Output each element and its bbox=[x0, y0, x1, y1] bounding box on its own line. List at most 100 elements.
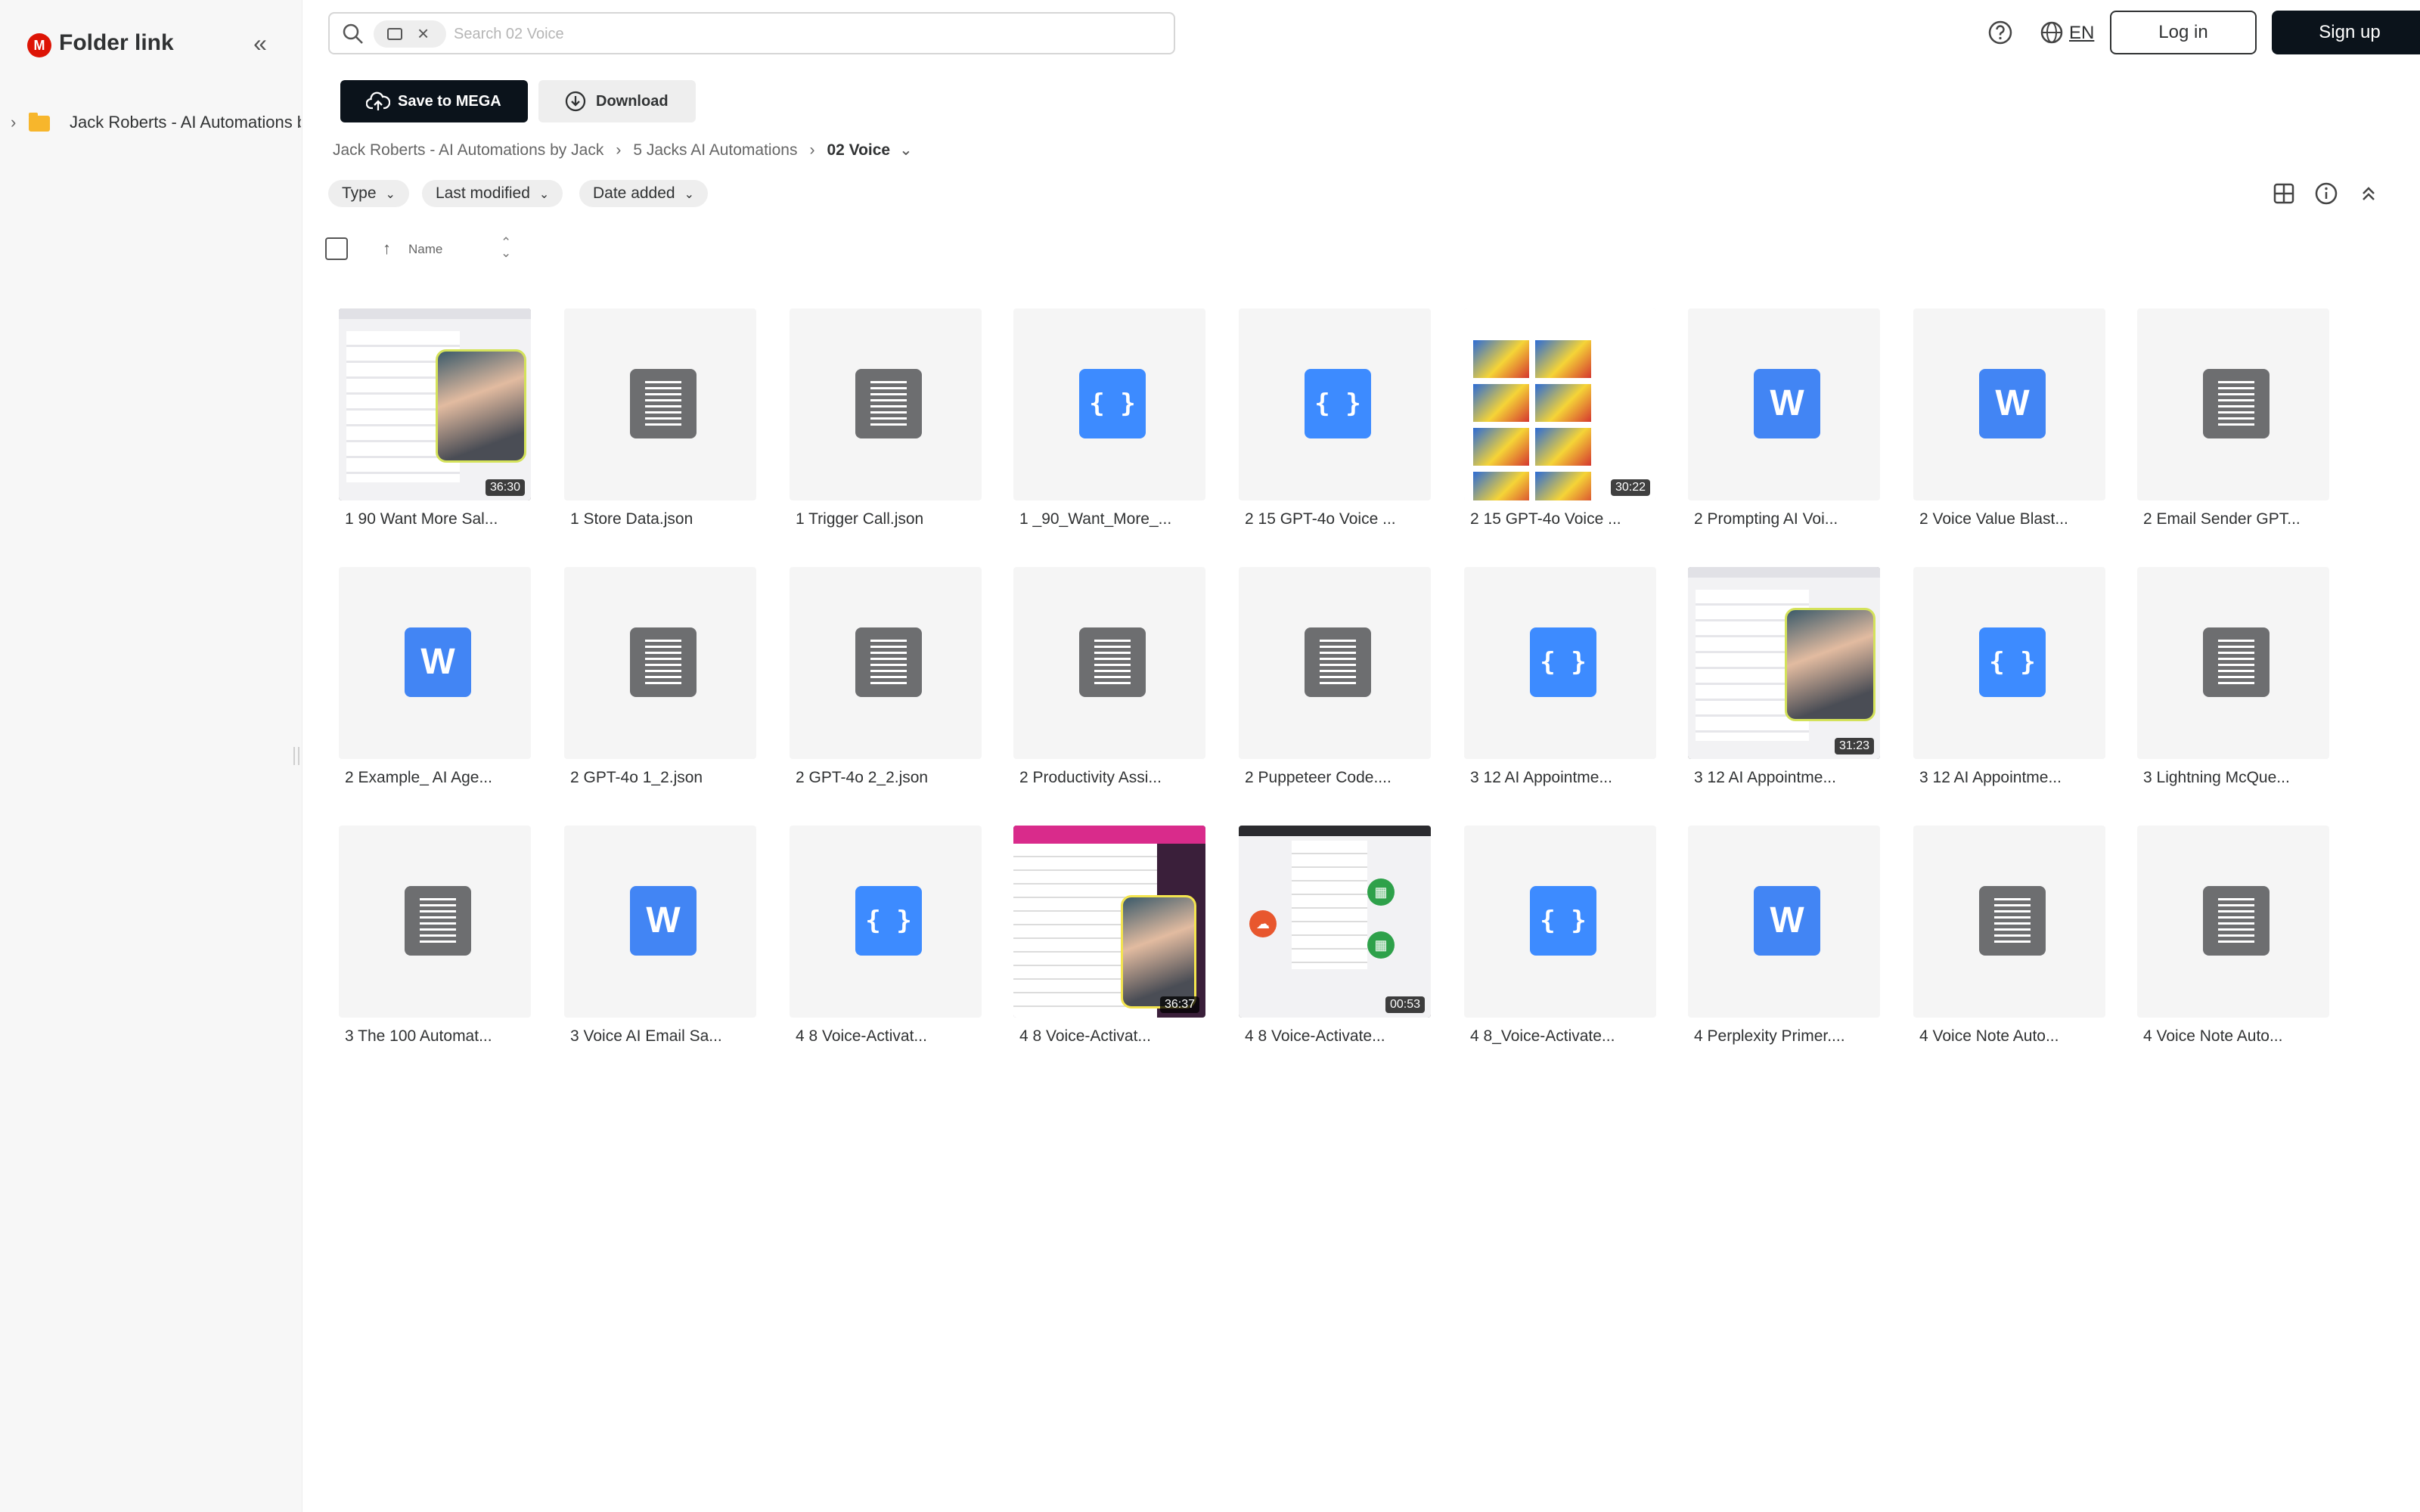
tree-item-root-folder[interactable]: › Jack Roberts - AI Automations by Jack bbox=[11, 109, 301, 136]
file-thumbnail[interactable]: W bbox=[1688, 308, 1880, 500]
chevron-down-icon: ⌄ bbox=[538, 188, 550, 201]
breadcrumb-item[interactable]: 5 Jacks AI Automations bbox=[633, 139, 797, 162]
file-name: 2 Email Sender GPT... bbox=[2143, 510, 2301, 528]
file-tile[interactable]: 4 Voice Note Auto... bbox=[2137, 826, 2329, 1052]
code-file-icon: { } bbox=[1079, 369, 1146, 438]
file-thumbnail[interactable] bbox=[790, 567, 982, 759]
word-file-icon: W bbox=[405, 627, 471, 697]
breadcrumb-current[interactable]: 02 Voice bbox=[827, 139, 890, 162]
search-input[interactable] bbox=[454, 20, 1134, 48]
file-tile[interactable]: 2 Productivity Assi... bbox=[1013, 567, 1205, 794]
file-thumbnail[interactable]: W bbox=[1913, 308, 2105, 500]
file-tile[interactable]: 36:30 1 90 Want More Sal... bbox=[339, 308, 531, 535]
file-tile[interactable]: 2 GPT-4o 1_2.json bbox=[564, 567, 756, 794]
save-to-mega-button[interactable]: Save to MEGA bbox=[340, 80, 528, 122]
filter-date-added[interactable]: Date added ⌄ bbox=[579, 180, 708, 207]
file-tile[interactable]: 2 Email Sender GPT... bbox=[2137, 308, 2329, 535]
folder-scope-chip[interactable]: × bbox=[374, 20, 446, 48]
grid-view-icon[interactable] bbox=[2269, 178, 2299, 209]
file-tile[interactable]: 30:22 2 15 GPT-4o Voice ... bbox=[1464, 308, 1656, 535]
file-name: 4 Voice Note Auto... bbox=[2143, 1027, 2283, 1045]
file-thumbnail[interactable] bbox=[2137, 567, 2329, 759]
file-thumbnail[interactable]: W bbox=[339, 567, 531, 759]
presenter-image bbox=[1121, 895, 1196, 1009]
breadcrumb-item[interactable]: Jack Roberts - AI Automations by Jack bbox=[333, 139, 603, 162]
filter-last-modified[interactable]: Last modified ⌄ bbox=[422, 180, 563, 207]
filter-type[interactable]: Type ⌄ bbox=[328, 180, 409, 207]
download-button[interactable]: Download bbox=[538, 80, 696, 122]
file-name: 2 Puppeteer Code.... bbox=[1245, 769, 1392, 786]
file-name: 2 15 GPT-4o Voice ... bbox=[1245, 510, 1396, 528]
file-thumbnail[interactable]: { } bbox=[1013, 308, 1205, 500]
chevron-right-icon[interactable]: › bbox=[11, 109, 23, 136]
file-thumbnail[interactable] bbox=[1013, 567, 1205, 759]
file-tile[interactable]: 2 Puppeteer Code.... bbox=[1239, 567, 1431, 794]
sort-icon[interactable]: ⌃ ⌄ bbox=[501, 236, 511, 259]
file-tile[interactable]: 36:37 4 8 Voice-Activat... bbox=[1013, 826, 1205, 1052]
file-tile[interactable]: { } 3 12 AI Appointme... bbox=[1913, 567, 2105, 794]
file-tile[interactable]: 4 Voice Note Auto... bbox=[1913, 826, 2105, 1052]
language-selector[interactable]: EN bbox=[2069, 20, 2094, 47]
file-thumbnail[interactable] bbox=[1913, 826, 2105, 1018]
file-tile[interactable]: { } 3 12 AI Appointme... bbox=[1464, 567, 1656, 794]
file-tile[interactable]: 3 Lightning McQue... bbox=[2137, 567, 2329, 794]
signup-button[interactable]: Sign up bbox=[2272, 11, 2420, 54]
file-tile[interactable]: W 2 Voice Value Blast... bbox=[1913, 308, 2105, 535]
sidebar-resize-handle[interactable] bbox=[293, 747, 299, 765]
file-tile[interactable]: W 3 Voice AI Email Sa... bbox=[564, 826, 756, 1052]
collapse-up-icon[interactable] bbox=[2353, 178, 2384, 209]
file-thumbnail[interactable] bbox=[2137, 826, 2329, 1018]
file-thumbnail[interactable]: 36:30 bbox=[339, 308, 531, 500]
info-icon[interactable] bbox=[2311, 178, 2341, 209]
file-tile[interactable]: { } 4 8_Voice-Activate... bbox=[1464, 826, 1656, 1052]
file-thumbnail[interactable]: W bbox=[564, 826, 756, 1018]
file-thumbnail[interactable]: 36:37 bbox=[1013, 826, 1205, 1018]
file-thumbnail[interactable]: { } bbox=[1464, 826, 1656, 1018]
file-tile[interactable]: ▦ ▦ ☁ 00:53 4 8 Voice-Activate... bbox=[1239, 826, 1431, 1052]
file-thumbnail[interactable]: { } bbox=[1464, 567, 1656, 759]
file-thumbnail[interactable]: { } bbox=[1239, 308, 1431, 500]
file-thumbnail[interactable]: { } bbox=[790, 826, 982, 1018]
file-tile[interactable]: 1 Trigger Call.json bbox=[790, 308, 982, 535]
file-thumbnail[interactable]: { } bbox=[1913, 567, 2105, 759]
file-thumbnail[interactable]: 30:22 bbox=[1464, 308, 1656, 500]
file-thumbnail[interactable]: W bbox=[1688, 826, 1880, 1018]
file-tile[interactable]: W 2 Prompting AI Voi... bbox=[1688, 308, 1880, 535]
text-file-icon bbox=[2203, 369, 2270, 438]
globe-icon[interactable] bbox=[2037, 18, 2066, 47]
folder-icon bbox=[29, 113, 50, 132]
file-thumbnail[interactable] bbox=[790, 308, 982, 500]
filter-label: Last modified bbox=[436, 184, 530, 202]
file-tile[interactable]: { } 1 _90_Want_More_... bbox=[1013, 308, 1205, 535]
word-file-icon: W bbox=[1979, 369, 2046, 438]
text-file-icon bbox=[630, 627, 697, 697]
login-button[interactable]: Log in bbox=[2110, 11, 2257, 54]
file-tile[interactable]: 2 GPT-4o 2_2.json bbox=[790, 567, 982, 794]
file-name: 4 8 Voice-Activat... bbox=[796, 1027, 927, 1045]
name-column-header[interactable]: Name bbox=[408, 240, 442, 259]
file-tile[interactable]: { } 2 15 GPT-4o Voice ... bbox=[1239, 308, 1431, 535]
file-tile[interactable]: { } 4 8 Voice-Activat... bbox=[790, 826, 982, 1052]
chevron-right-icon: › bbox=[616, 141, 622, 159]
collapse-sidebar-icon[interactable]: « bbox=[247, 30, 274, 57]
chevron-down-icon[interactable]: ⌄ bbox=[899, 139, 913, 162]
close-icon[interactable]: × bbox=[417, 22, 429, 45]
file-thumbnail[interactable] bbox=[1239, 567, 1431, 759]
arrow-up-icon[interactable]: ↑ bbox=[383, 239, 391, 259]
file-thumbnail[interactable]: 31:23 bbox=[1688, 567, 1880, 759]
search-bar[interactable]: × bbox=[328, 12, 1175, 54]
file-thumbnail[interactable] bbox=[564, 308, 756, 500]
file-tile[interactable]: 31:23 3 12 AI Appointme... bbox=[1688, 567, 1880, 794]
file-thumbnail[interactable]: ▦ ▦ ☁ 00:53 bbox=[1239, 826, 1431, 1018]
file-tile[interactable]: 1 Store Data.json bbox=[564, 308, 756, 535]
file-thumbnail[interactable] bbox=[2137, 308, 2329, 500]
file-tile[interactable]: 3 The 100 Automat... bbox=[339, 826, 531, 1052]
file-name: 3 12 AI Appointme... bbox=[1694, 769, 1836, 786]
text-file-icon bbox=[2203, 627, 2270, 697]
file-tile[interactable]: W 4 Perplexity Primer.... bbox=[1688, 826, 1880, 1052]
help-icon[interactable] bbox=[1986, 18, 2015, 47]
file-thumbnail[interactable] bbox=[564, 567, 756, 759]
file-tile[interactable]: W 2 Example_ AI Age... bbox=[339, 567, 531, 794]
file-thumbnail[interactable] bbox=[339, 826, 531, 1018]
select-all-checkbox[interactable] bbox=[325, 237, 348, 260]
